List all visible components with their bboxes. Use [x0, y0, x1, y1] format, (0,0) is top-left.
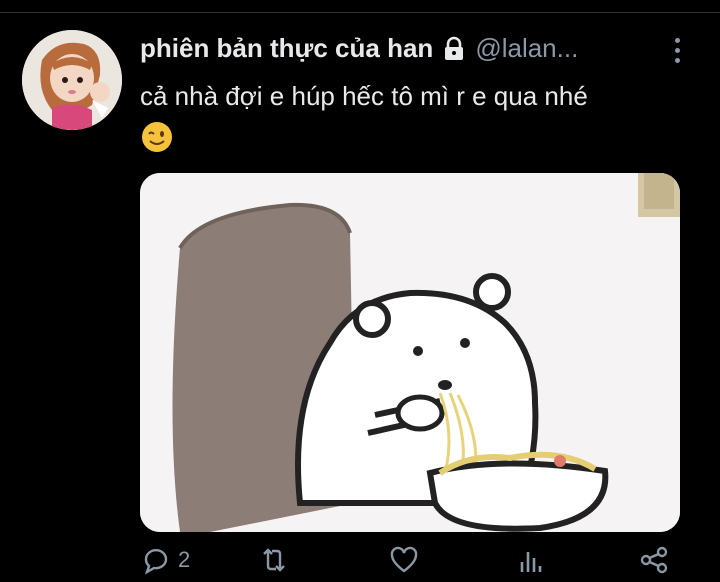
like-button[interactable]: [388, 544, 420, 576]
reply-button[interactable]: 2: [140, 544, 190, 576]
more-options-icon[interactable]: [671, 38, 683, 68]
tweet-media[interactable]: [140, 173, 680, 532]
share-icon: [640, 546, 668, 574]
retweet-button[interactable]: [258, 544, 290, 576]
top-divider: [0, 12, 720, 13]
lock-icon: [441, 36, 467, 62]
share-button[interactable]: [638, 544, 670, 576]
retweet-icon: [263, 548, 285, 572]
tweet-author: phiên bản thực của han @lalan...: [140, 33, 660, 64]
avatar-image: [22, 30, 122, 130]
reply-icon: [144, 548, 168, 575]
heart-icon: [390, 546, 418, 573]
user-handle[interactable]: @lalan...: [475, 33, 578, 64]
tweet-actions: 2: [140, 544, 680, 582]
reply-count: 2: [178, 547, 191, 572]
tweet-text: cả nhà đợi e húp hếc tô mì r e qua nhé: [140, 78, 700, 154]
display-name[interactable]: phiên bản thực của han: [140, 33, 433, 64]
avatar[interactable]: [22, 30, 122, 130]
analytics-icon: [520, 552, 542, 572]
winking-face-icon: [140, 120, 174, 154]
bear-eating-noodles-image: [140, 173, 680, 532]
analytics-button[interactable]: [514, 544, 546, 576]
tweet-text-content: cả nhà đợi e húp hếc tô mì r e qua nhé: [140, 81, 588, 111]
